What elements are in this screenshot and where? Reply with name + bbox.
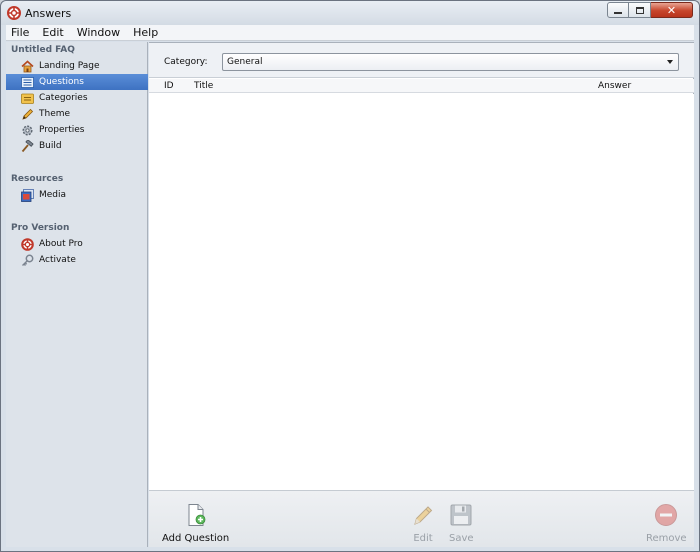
add-question-button[interactable]: Add Question — [162, 503, 229, 544]
menu-window[interactable]: Window — [77, 26, 120, 39]
sidebar-item-label: Categories — [39, 93, 88, 103]
pencil-icon — [414, 506, 433, 525]
sidebar-item-activate[interactable]: Activate — [6, 252, 148, 268]
maximize-icon — [635, 6, 644, 14]
edit-button[interactable]: Edit — [411, 503, 435, 544]
menu-bar: File Edit Window Help — [6, 25, 694, 41]
sidebar-item-label: Theme — [39, 109, 71, 119]
add-document-icon — [188, 504, 206, 526]
close-button[interactable]: ✕ — [651, 2, 693, 18]
sidebar-item-media[interactable]: Media — [6, 187, 148, 203]
content-panel: Category: General ID Title Answer Add Qu… — [149, 42, 694, 547]
sidebar-item-questions[interactable]: Questions — [6, 74, 148, 90]
sidebar-item-about-pro[interactable]: About Pro — [6, 236, 148, 252]
maximize-button[interactable] — [629, 2, 651, 18]
sidebar-item-label: Activate — [39, 255, 76, 265]
menu-help[interactable]: Help — [133, 26, 158, 39]
app-window: Answers ✕ File Edit Window Help Untitled… — [0, 0, 700, 552]
remove-icon — [655, 504, 678, 526]
folder-icon — [21, 93, 34, 104]
lifebuoy-icon — [7, 6, 21, 20]
media-icon — [21, 188, 34, 202]
column-header-id[interactable]: ID — [164, 81, 174, 91]
sidebar-item-label: Media — [39, 190, 67, 200]
sidebar-item-landing-page[interactable]: Landing Page — [6, 58, 148, 74]
save-button[interactable]: Save — [449, 503, 474, 544]
key-icon — [22, 254, 34, 266]
section-title-untitled-faq: Untitled FAQ — [11, 45, 75, 55]
sidebar-item-label: Build — [39, 141, 62, 151]
sidebar: Untitled FAQ Landing Page Questions Cate… — [6, 42, 148, 547]
category-bar: Category: General — [149, 43, 694, 78]
add-question-label: Add Question — [162, 533, 230, 544]
sidebar-item-label: Landing Page — [39, 61, 100, 71]
window-controls: ✕ — [607, 2, 693, 18]
menu-file[interactable]: File — [11, 26, 29, 39]
gear-icon — [22, 124, 33, 136]
category-selected-value: General — [227, 57, 263, 67]
title-bar[interactable]: Answers ✕ — [1, 1, 699, 25]
column-header-answer[interactable]: Answer — [598, 81, 631, 91]
edit-label: Edit — [413, 533, 433, 544]
sidebar-item-label: About Pro — [39, 239, 83, 249]
close-icon: ✕ — [666, 3, 677, 17]
hammer-icon — [21, 139, 34, 152]
category-label: Category: — [164, 57, 208, 67]
remove-label: Remove — [646, 533, 687, 544]
save-label: Save — [449, 533, 474, 544]
floppy-disk-icon — [450, 504, 472, 526]
table-header: ID Title Answer — [149, 79, 694, 93]
section-title-resources: Resources — [11, 174, 64, 184]
category-select[interactable]: General — [222, 53, 679, 71]
sidebar-item-categories[interactable]: Categories — [6, 90, 148, 106]
home-icon — [21, 59, 34, 72]
remove-button[interactable]: Remove — [646, 503, 687, 544]
column-header-title[interactable]: Title — [194, 81, 213, 91]
lifebuoy-icon — [21, 237, 34, 251]
minimize-button[interactable] — [607, 2, 629, 18]
sidebar-item-properties[interactable]: Properties — [6, 122, 148, 138]
menu-edit[interactable]: Edit — [42, 26, 63, 39]
sidebar-item-theme[interactable]: Theme — [6, 106, 148, 122]
list-icon — [21, 76, 34, 88]
section-title-pro-version: Pro Version — [11, 223, 70, 233]
pencil-icon — [22, 108, 34, 120]
questions-table-body[interactable] — [149, 94, 694, 490]
minimize-icon — [614, 11, 622, 14]
sidebar-item-build[interactable]: Build — [6, 138, 148, 154]
window-title: Answers — [25, 7, 72, 20]
chevron-down-icon — [667, 60, 673, 64]
sidebar-item-label: Questions — [39, 77, 84, 87]
sidebar-item-label: Properties — [39, 125, 85, 135]
bottom-toolbar: Add Question Edit Save Remove — [149, 490, 694, 547]
